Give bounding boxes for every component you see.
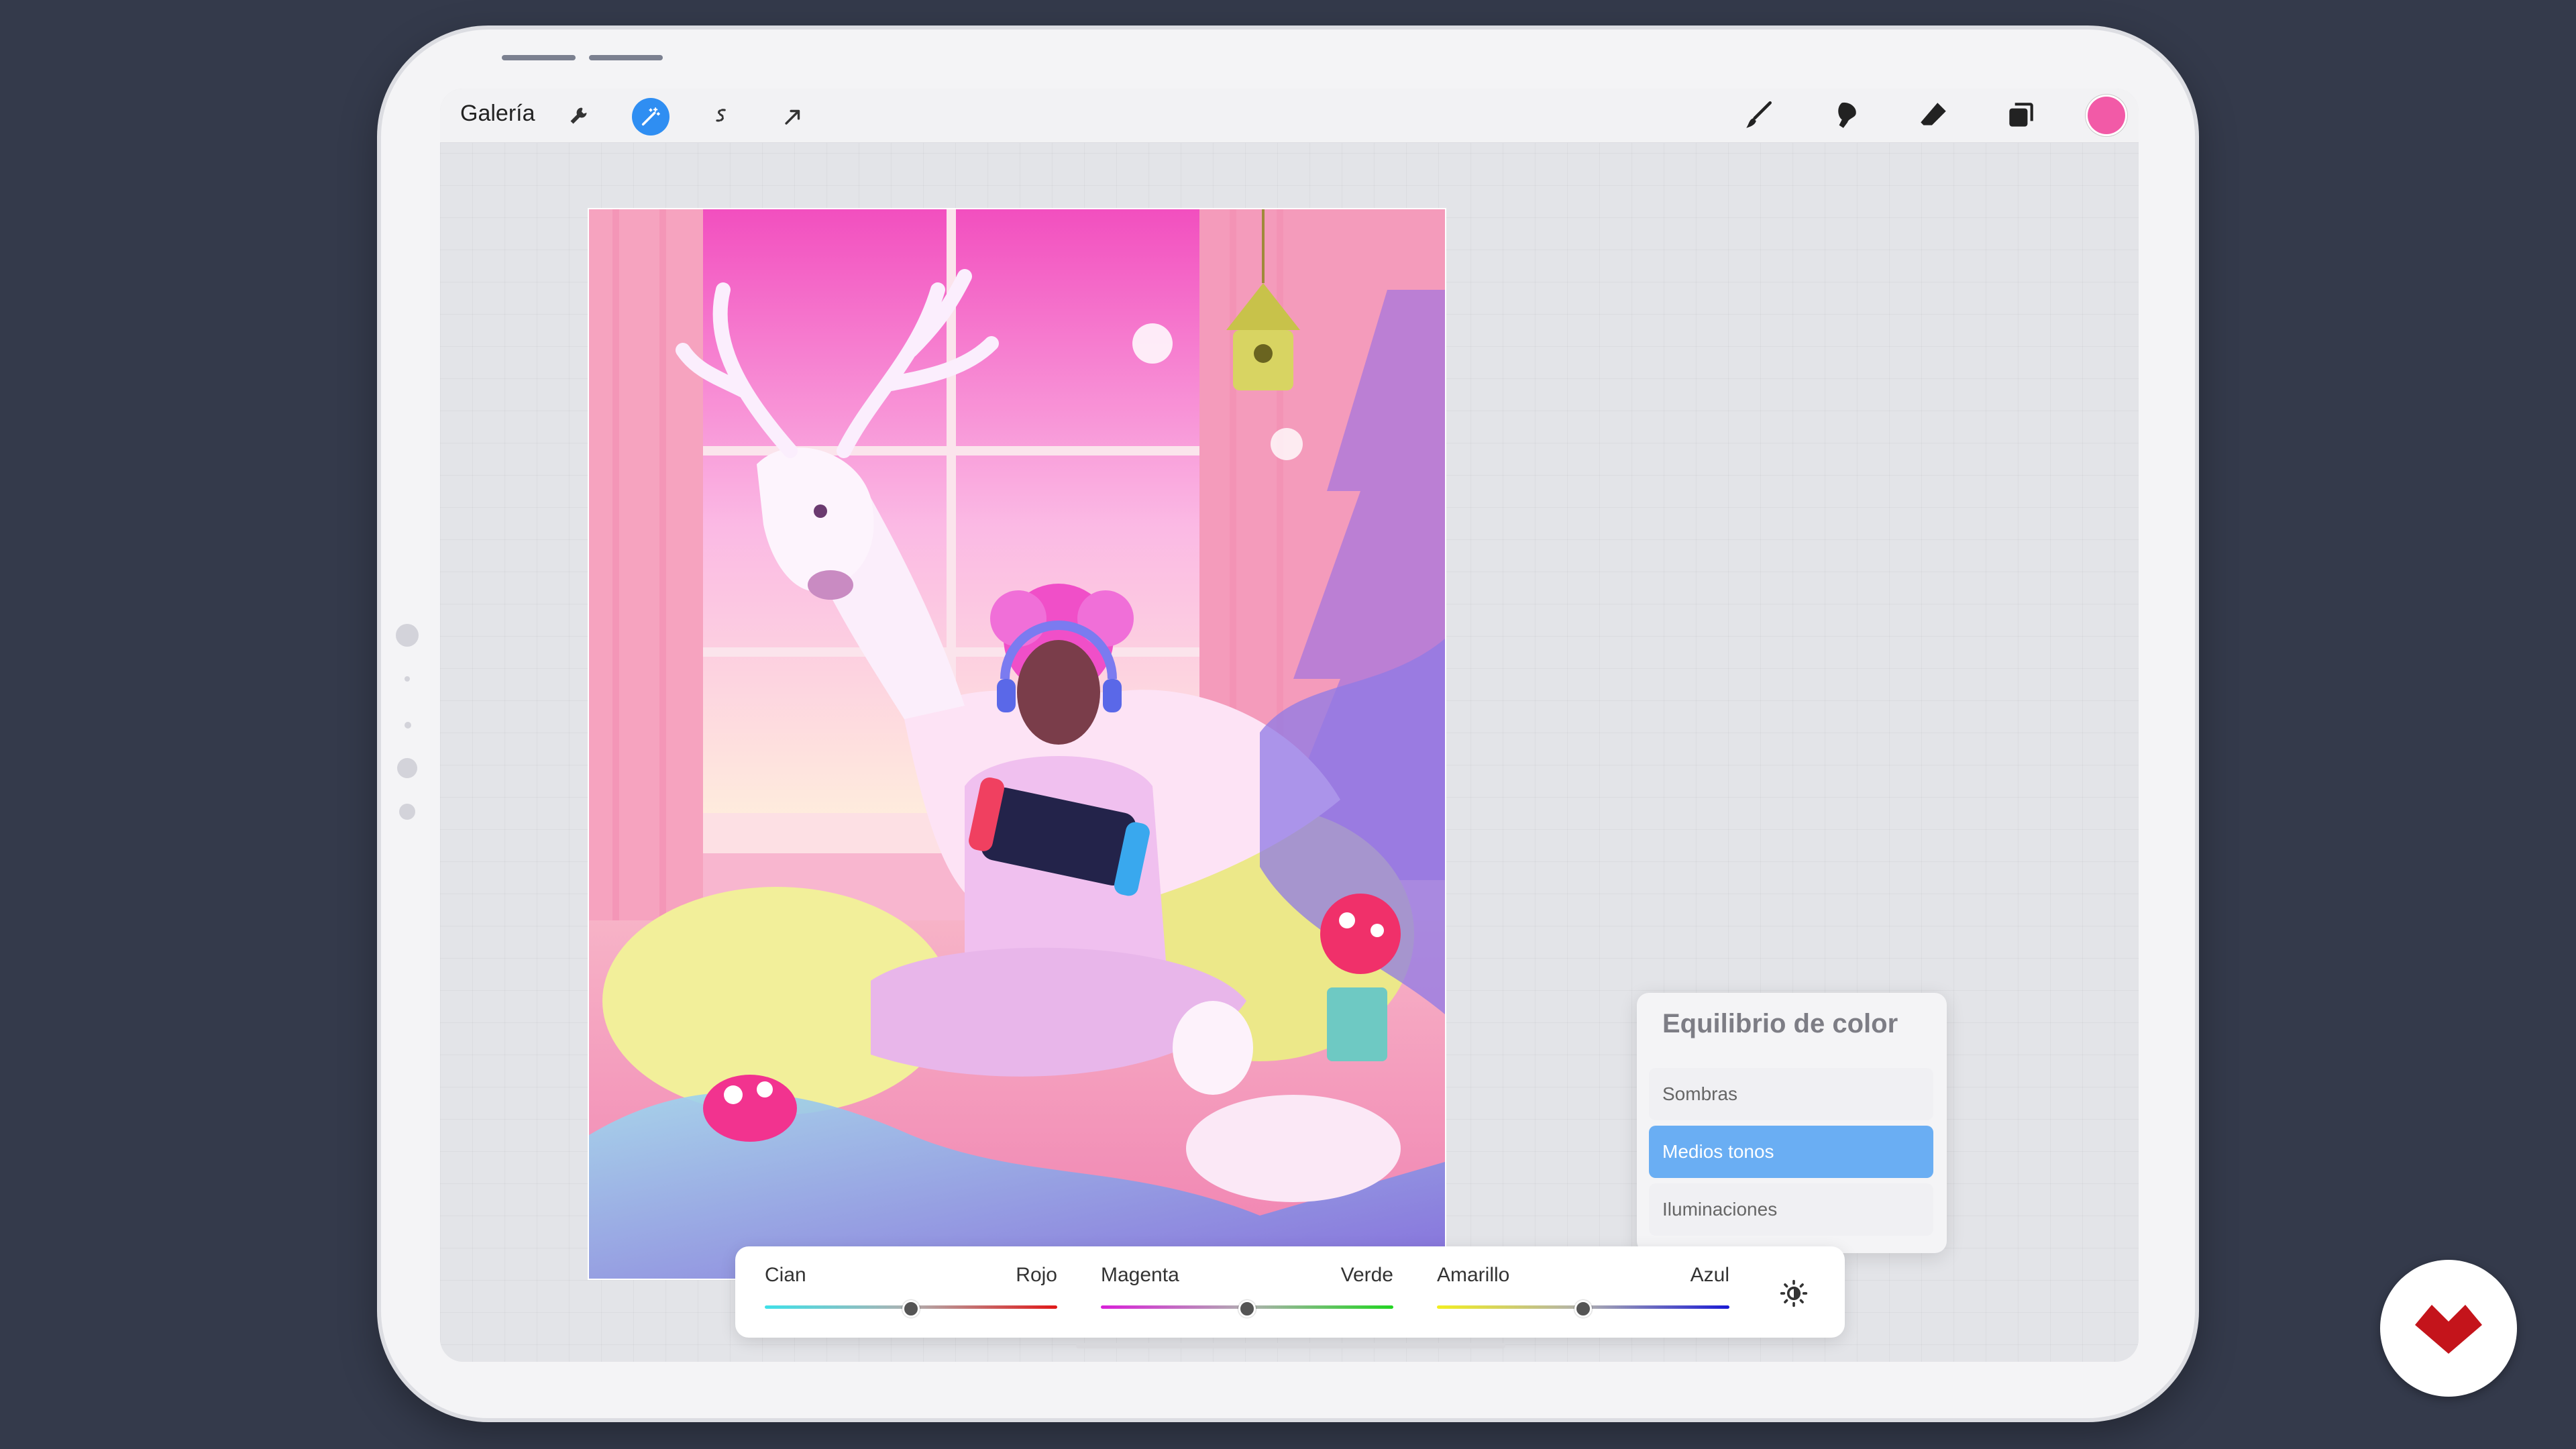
wrench-icon[interactable] — [561, 98, 598, 136]
selection-icon[interactable] — [703, 98, 741, 136]
midtones-option[interactable]: Medios tonos — [1649, 1126, 1933, 1178]
side-dot — [405, 722, 411, 729]
illustration-image — [589, 209, 1445, 1279]
slider-knob[interactable] — [1238, 1300, 1256, 1318]
hardware-button — [589, 55, 663, 60]
cyan-red-slider[interactable]: Cian Rojo — [765, 1246, 1057, 1338]
slider-label-right: Rojo — [1016, 1264, 1057, 1286]
yellow-blue-slider[interactable]: Amarillo Azul — [1437, 1246, 1729, 1338]
color-balance-popover: Equilibrio de color Sombras Medios tonos… — [1637, 993, 1947, 1253]
magenta-green-slider[interactable]: Magenta Verde — [1101, 1246, 1393, 1338]
slider-label-left: Amarillo — [1437, 1264, 1510, 1286]
side-dot — [405, 676, 410, 682]
eraser-icon[interactable] — [1913, 95, 1953, 136]
procreate-screen: Galería Equilibrio de color Sombras Medi… — [440, 89, 2139, 1362]
highlights-option[interactable]: Iluminaciones — [1649, 1183, 1933, 1236]
brand-logo-icon — [2380, 1260, 2517, 1397]
color-balance-panel: Cian Rojo Magenta Verde Amarillo Azul — [735, 1246, 1845, 1338]
transform-arrow-icon[interactable] — [774, 98, 812, 136]
artwork-canvas[interactable] — [588, 208, 1446, 1280]
modify-button[interactable] — [399, 804, 415, 820]
slider-label-left: Magenta — [1101, 1264, 1179, 1286]
slider-label-right: Verde — [1340, 1264, 1393, 1286]
hardware-button — [502, 55, 576, 60]
magic-wand-icon[interactable] — [632, 98, 669, 136]
popover-title: Equilibrio de color — [1662, 1009, 1898, 1038]
slider-knob[interactable] — [902, 1300, 920, 1318]
shadows-option[interactable]: Sombras — [1649, 1068, 1933, 1120]
sun-icon[interactable] — [1774, 1273, 1814, 1313]
layers-icon[interactable] — [2000, 95, 2041, 136]
home-indicator — [1076, 1343, 1505, 1348]
opacity-slider-handle[interactable] — [397, 758, 417, 778]
slider-label-left: Cian — [765, 1264, 806, 1286]
top-toolbar: Galería — [440, 89, 2139, 143]
color-swatch[interactable] — [2088, 97, 2125, 134]
brush-size-slider-handle[interactable] — [396, 624, 419, 647]
gallery-button[interactable]: Galería — [460, 101, 535, 127]
slider-label-right: Azul — [1690, 1264, 1729, 1286]
smudge-icon[interactable] — [1826, 95, 1866, 136]
slider-knob[interactable] — [1574, 1300, 1592, 1318]
brush-icon[interactable] — [1739, 95, 1779, 136]
